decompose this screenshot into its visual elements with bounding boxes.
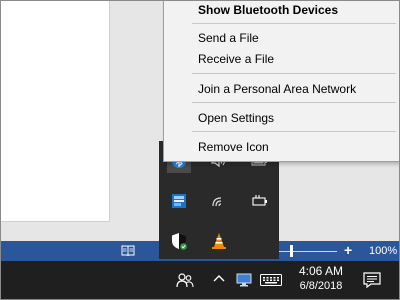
- onedrive-icon: [172, 194, 186, 208]
- power-tray-icon[interactable]: [247, 189, 271, 213]
- zoom-slider-track[interactable]: [271, 251, 337, 252]
- monitor-icon[interactable]: [236, 273, 252, 287]
- menu-separator: [192, 23, 396, 24]
- menu-item-show-bluetooth-devices[interactable]: Show Bluetooth Devices: [164, 1, 399, 21]
- menu-item-remove-icon[interactable]: Remove Icon: [164, 136, 399, 158]
- menu-item-send-a-file[interactable]: Send a File: [164, 27, 399, 49]
- security-shield-icon: [172, 233, 187, 250]
- screen: + 100% 4:06 AM 6/8/2018 Show Bluetooth D…: [0, 0, 400, 300]
- menu-item-label: Remove Icon: [198, 140, 269, 154]
- wifi-icon: [212, 197, 222, 207]
- clock-time: 4:06 AM: [298, 264, 344, 278]
- menu-separator: [192, 102, 396, 103]
- menu-item-label: Show Bluetooth Devices: [198, 3, 339, 17]
- security-tray-icon[interactable]: [167, 229, 191, 253]
- menu-item-open-settings[interactable]: Open Settings: [164, 107, 399, 129]
- vlc-cone-icon: [212, 233, 226, 249]
- menu-item-label: Send a File: [198, 31, 259, 45]
- menu-item-label: Join a Personal Area Network: [198, 82, 357, 96]
- taskbar: 4:06 AM 6/8/2018: [1, 261, 399, 299]
- zoom-slider-thumb[interactable]: [290, 245, 293, 257]
- document-page[interactable]: [1, 1, 110, 222]
- zoom-percent-label[interactable]: 100%: [369, 245, 397, 257]
- chevron-up-icon[interactable]: [213, 273, 225, 283]
- menu-item-label: Receive a File: [198, 52, 275, 66]
- clock-date: 6/8/2018: [299, 280, 343, 292]
- read-mode-icon[interactable]: [121, 244, 135, 258]
- menu-item-receive-a-file[interactable]: Receive a File: [164, 48, 399, 70]
- people-icon[interactable]: [176, 271, 194, 289]
- onedrive-tray-icon[interactable]: [167, 189, 191, 213]
- menu-separator: [192, 131, 396, 132]
- menu-item-join-personal-area-network[interactable]: Join a Personal Area Network: [164, 78, 399, 100]
- touch-keyboard-icon[interactable]: [260, 274, 282, 286]
- power-icon: [252, 195, 267, 206]
- bluetooth-context-menu: Show Bluetooth Devices Send a File Recei…: [163, 1, 399, 162]
- menu-item-label: Open Settings: [198, 111, 275, 125]
- taskbar-clock[interactable]: 4:06 AM 6/8/2018: [293, 264, 349, 294]
- menu-separator: [192, 73, 396, 74]
- vlc-tray-icon[interactable]: [207, 229, 231, 253]
- wifi-tray-icon[interactable]: [207, 189, 231, 213]
- action-center-icon[interactable]: [363, 271, 381, 289]
- zoom-in-button[interactable]: +: [344, 242, 352, 258]
